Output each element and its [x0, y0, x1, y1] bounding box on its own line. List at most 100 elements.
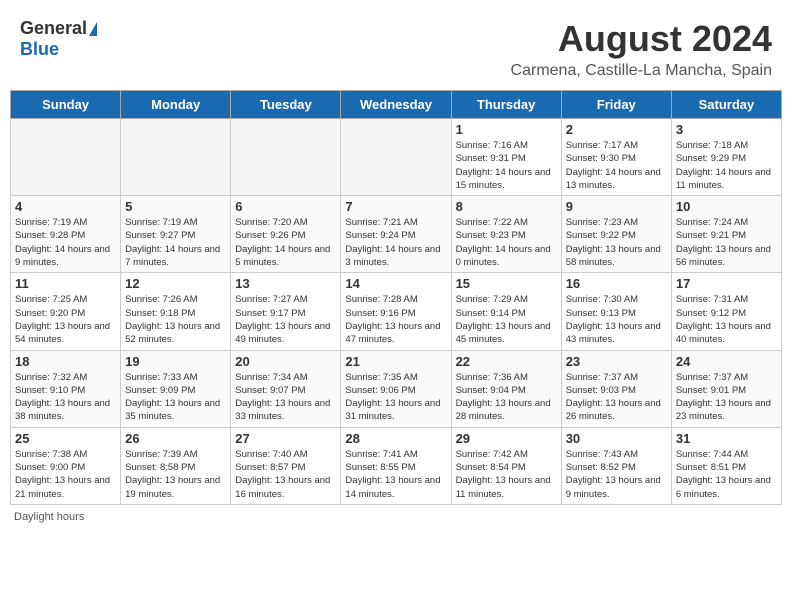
calendar-cell: 5Sunrise: 7:19 AM Sunset: 9:27 PM Daylig…	[121, 196, 231, 273]
day-number: 24	[676, 354, 777, 369]
day-number: 20	[235, 354, 336, 369]
calendar-cell: 17Sunrise: 7:31 AM Sunset: 9:12 PM Dayli…	[671, 273, 781, 350]
calendar-cell: 8 Sunrise: 7:22 AM Sunset: 9:23 PM Daylig…	[451, 196, 561, 273]
calendar-cell: 3 Sunrise: 7:18 AM Sunset: 9:29 PM Daylig…	[671, 119, 781, 196]
calendar-cell: 18 Sunrise: 7:32 AM Sunset: 9:10 PM Dayli…	[11, 350, 121, 427]
calendar-cell: 7 Sunrise: 7:21 AM Sunset: 9:24 PM Daylig…	[341, 196, 451, 273]
calendar-header-row: SundayMondayTuesdayWednesdayThursdayFrid…	[11, 91, 782, 119]
day-info: Sunrise: 7:22 AM Sunset: 9:23 PM Dayligh…	[456, 216, 557, 269]
location-subtitle: Carmena, Castille-La Mancha, Spain	[511, 62, 772, 80]
day-info: Sunrise: 7:32 AM Sunset: 9:10 PM Dayligh…	[15, 371, 116, 424]
day-info: Sunrise: 7:26 AM Sunset: 9:18 PM Dayligh…	[125, 293, 226, 346]
day-number: 12	[125, 276, 226, 291]
day-number: 9	[566, 199, 667, 214]
calendar-week-row: 1Sunrise: 7:16 AM Sunset: 9:31 PM Daylig…	[11, 119, 782, 196]
day-number: 22	[456, 354, 557, 369]
day-number: 3	[676, 122, 777, 137]
day-info: Sunrise: 7:21 AM Sunset: 9:24 PM Dayligh…	[345, 216, 446, 269]
calendar-cell: 10 Sunrise: 7:24 AM Sunset: 9:21 PM Dayli…	[671, 196, 781, 273]
calendar-cell: 16 Sunrise: 7:30 AM Sunset: 9:13 PM Dayli…	[561, 273, 671, 350]
calendar-cell: 13 Sunrise: 7:27 AM Sunset: 9:17 PM Dayli…	[231, 273, 341, 350]
day-info: Sunrise: 7:18 AM Sunset: 9:29 PM Dayligh…	[676, 139, 777, 192]
day-info: Sunrise: 7:28 AM Sunset: 9:16 PM Dayligh…	[345, 293, 446, 346]
day-number: 21	[345, 354, 446, 369]
day-info: Sunrise: 7:25 AM Sunset: 9:20 PM Dayligh…	[15, 293, 116, 346]
calendar-cell: 22Sunrise: 7:36 AM Sunset: 9:04 PM Dayli…	[451, 350, 561, 427]
calendar-cell: 26 Sunrise: 7:39 AM Sunset: 8:58 PM Dayli…	[121, 427, 231, 504]
header: General Blue August 2024 Carmena, Castil…	[10, 10, 782, 84]
footer-note: Daylight hours	[10, 511, 782, 523]
day-info: Sunrise: 7:35 AM Sunset: 9:06 PM Dayligh…	[345, 371, 446, 424]
calendar-cell: 19 Sunrise: 7:33 AM Sunset: 9:09 PM Dayli…	[121, 350, 231, 427]
calendar-day-header: Friday	[561, 91, 671, 119]
day-info: Sunrise: 7:19 AM Sunset: 9:28 PM Dayligh…	[15, 216, 116, 269]
calendar-cell: 4Sunrise: 7:19 AM Sunset: 9:28 PM Daylig…	[11, 196, 121, 273]
day-number: 26	[125, 431, 226, 446]
calendar-week-row: 25 Sunrise: 7:38 AM Sunset: 9:00 PM Dayli…	[11, 427, 782, 504]
calendar-cell	[121, 119, 231, 196]
day-number: 25	[15, 431, 116, 446]
calendar-day-header: Wednesday	[341, 91, 451, 119]
calendar-day-header: Monday	[121, 91, 231, 119]
day-info: Sunrise: 7:39 AM Sunset: 8:58 PM Dayligh…	[125, 448, 226, 501]
calendar-cell: 31Sunrise: 7:44 AM Sunset: 8:51 PM Dayli…	[671, 427, 781, 504]
calendar-week-row: 11 Sunrise: 7:25 AM Sunset: 9:20 PM Dayli…	[11, 273, 782, 350]
day-number: 7	[345, 199, 446, 214]
day-info: Sunrise: 7:17 AM Sunset: 9:30 PM Dayligh…	[566, 139, 667, 192]
day-number: 14	[345, 276, 446, 291]
calendar-day-header: Tuesday	[231, 91, 341, 119]
calendar-day-header: Sunday	[11, 91, 121, 119]
day-number: 17	[676, 276, 777, 291]
calendar-cell	[341, 119, 451, 196]
day-number: 16	[566, 276, 667, 291]
day-info: Sunrise: 7:43 AM Sunset: 8:52 PM Dayligh…	[566, 448, 667, 501]
day-info: Sunrise: 7:34 AM Sunset: 9:07 PM Dayligh…	[235, 371, 336, 424]
day-info: Sunrise: 7:16 AM Sunset: 9:31 PM Dayligh…	[456, 139, 557, 192]
calendar-cell: 28 Sunrise: 7:41 AM Sunset: 8:55 PM Dayli…	[341, 427, 451, 504]
day-info: Sunrise: 7:30 AM Sunset: 9:13 PM Dayligh…	[566, 293, 667, 346]
day-number: 13	[235, 276, 336, 291]
day-info: Sunrise: 7:38 AM Sunset: 9:00 PM Dayligh…	[15, 448, 116, 501]
calendar-cell: 14 Sunrise: 7:28 AM Sunset: 9:16 PM Dayli…	[341, 273, 451, 350]
day-number: 28	[345, 431, 446, 446]
logo-general-text: General	[20, 18, 87, 39]
day-info: Sunrise: 7:37 AM Sunset: 9:01 PM Dayligh…	[676, 371, 777, 424]
logo-blue-text: Blue	[20, 39, 59, 60]
day-info: Sunrise: 7:37 AM Sunset: 9:03 PM Dayligh…	[566, 371, 667, 424]
calendar-cell: 24 Sunrise: 7:37 AM Sunset: 9:01 PM Dayli…	[671, 350, 781, 427]
calendar-cell: 23Sunrise: 7:37 AM Sunset: 9:03 PM Dayli…	[561, 350, 671, 427]
calendar-week-row: 18 Sunrise: 7:32 AM Sunset: 9:10 PM Dayli…	[11, 350, 782, 427]
calendar-cell: 30 Sunrise: 7:43 AM Sunset: 8:52 PM Dayli…	[561, 427, 671, 504]
day-info: Sunrise: 7:40 AM Sunset: 8:57 PM Dayligh…	[235, 448, 336, 501]
calendar-day-header: Saturday	[671, 91, 781, 119]
calendar-cell: 11 Sunrise: 7:25 AM Sunset: 9:20 PM Dayli…	[11, 273, 121, 350]
calendar-cell: 6Sunrise: 7:20 AM Sunset: 9:26 PM Daylig…	[231, 196, 341, 273]
day-number: 18	[15, 354, 116, 369]
day-number: 8	[456, 199, 557, 214]
calendar-cell: 21 Sunrise: 7:35 AM Sunset: 9:06 PM Dayli…	[341, 350, 451, 427]
calendar-cell: 20 Sunrise: 7:34 AM Sunset: 9:07 PM Dayli…	[231, 350, 341, 427]
calendar-cell	[231, 119, 341, 196]
day-number: 27	[235, 431, 336, 446]
title-area: August 2024 Carmena, Castille-La Mancha,…	[511, 18, 772, 80]
calendar-cell	[11, 119, 121, 196]
calendar-cell: 25 Sunrise: 7:38 AM Sunset: 9:00 PM Dayli…	[11, 427, 121, 504]
day-number: 30	[566, 431, 667, 446]
day-info: Sunrise: 7:24 AM Sunset: 9:21 PM Dayligh…	[676, 216, 777, 269]
day-info: Sunrise: 7:20 AM Sunset: 9:26 PM Dayligh…	[235, 216, 336, 269]
day-info: Sunrise: 7:33 AM Sunset: 9:09 PM Dayligh…	[125, 371, 226, 424]
calendar-day-header: Thursday	[451, 91, 561, 119]
day-number: 10	[676, 199, 777, 214]
day-info: Sunrise: 7:27 AM Sunset: 9:17 PM Dayligh…	[235, 293, 336, 346]
day-number: 29	[456, 431, 557, 446]
day-number: 2	[566, 122, 667, 137]
day-info: Sunrise: 7:44 AM Sunset: 8:51 PM Dayligh…	[676, 448, 777, 501]
month-year-title: August 2024	[511, 18, 772, 60]
day-info: Sunrise: 7:42 AM Sunset: 8:54 PM Dayligh…	[456, 448, 557, 501]
day-number: 15	[456, 276, 557, 291]
day-number: 11	[15, 276, 116, 291]
calendar-cell: 15Sunrise: 7:29 AM Sunset: 9:14 PM Dayli…	[451, 273, 561, 350]
day-number: 19	[125, 354, 226, 369]
calendar-table: SundayMondayTuesdayWednesdayThursdayFrid…	[10, 90, 782, 505]
day-info: Sunrise: 7:41 AM Sunset: 8:55 PM Dayligh…	[345, 448, 446, 501]
